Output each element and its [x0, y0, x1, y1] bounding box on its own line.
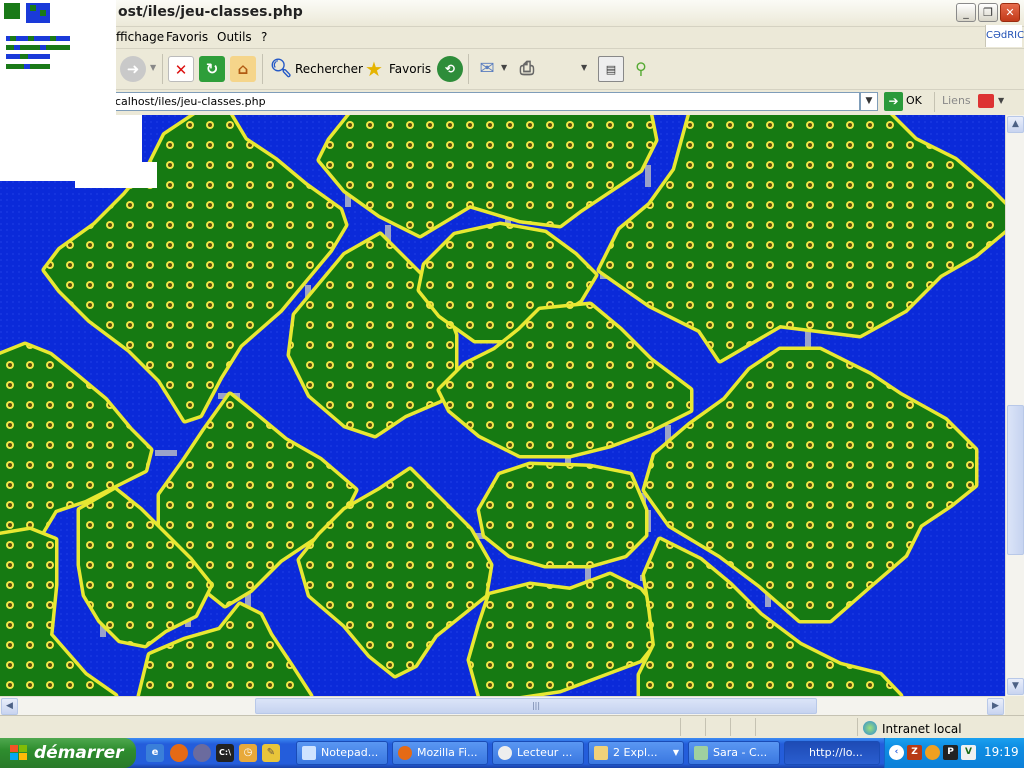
bridge[interactable]: [645, 165, 651, 187]
start-button[interactable]: démarrer: [0, 738, 136, 768]
title-bar[interactable]: ost/iles/jeu-classes.php _ ❐ ✕: [0, 0, 1024, 27]
messenger-icon[interactable]: ▤: [598, 56, 624, 82]
pencil-quicklaunch-icon[interactable]: ✎: [262, 744, 280, 762]
windows-logo-icon: [10, 745, 27, 760]
intranet-globe-icon: [863, 721, 877, 735]
menu-favorites[interactable]: Favoris: [166, 30, 208, 44]
status-bar: Intranet local: [0, 715, 1024, 738]
maximize-button[interactable]: ❐: [978, 3, 998, 22]
task-media-player[interactable]: Lecteur ...: [492, 741, 584, 765]
folder-icon: [594, 746, 608, 760]
address-dropdown-icon[interactable]: ▼: [860, 92, 878, 111]
menu-tools[interactable]: Outils: [217, 30, 252, 44]
stop-icon[interactable]: ✕: [168, 56, 194, 82]
ie-quicklaunch-icon[interactable]: e: [146, 744, 164, 762]
go-button[interactable]: OK: [906, 94, 922, 107]
brand-logo: CƏdRIC: [985, 25, 1024, 47]
taskbar: démarrer e C:\ ◷ ✎ Notepad... Mozilla Fi…: [0, 738, 1024, 768]
horizontal-scrollbar[interactable]: ◀ ||| ▶: [0, 696, 1005, 715]
status-pane: [680, 718, 681, 736]
clock-quicklaunch-icon[interactable]: ◷: [239, 744, 257, 762]
horizontal-scroll-thumb[interactable]: |||: [255, 698, 817, 714]
minimize-button[interactable]: _: [956, 3, 976, 22]
mail-icon[interactable]: ✉: [474, 56, 500, 82]
tray-app-icon[interactable]: [925, 745, 940, 760]
security-zone-label: Intranet local: [882, 722, 962, 736]
menu-view[interactable]: ffichage: [116, 30, 164, 44]
task-ie-active[interactable]: http://lo...: [784, 741, 880, 765]
close-button[interactable]: ✕: [1000, 3, 1020, 22]
edit-dropdown-icon[interactable]: ▼: [581, 63, 587, 72]
print-icon[interactable]: ⎙: [514, 56, 540, 82]
task-explorer[interactable]: 2 Expl... ▼: [588, 741, 684, 765]
search-icon[interactable]: 🔍︎: [268, 56, 294, 82]
forward-dropdown-icon[interactable]: ▼: [150, 63, 156, 72]
links-button[interactable]: Liens: [942, 94, 971, 107]
refresh-icon[interactable]: ↻: [199, 56, 225, 82]
filezilla-tray-icon[interactable]: Z: [907, 745, 922, 760]
notepad-icon: [302, 746, 316, 760]
island[interactable]: [480, 465, 645, 565]
address-separator: [934, 92, 935, 112]
home-icon[interactable]: ⌂: [230, 56, 256, 82]
mail-dropdown-icon[interactable]: ▼: [501, 63, 507, 72]
media-quicklaunch-icon[interactable]: [193, 744, 211, 762]
taskbar-clock: 19:19: [984, 745, 1019, 759]
task-label: 2 Expl...: [613, 746, 658, 759]
status-pane: [857, 718, 858, 736]
task-sara[interactable]: Sara - C...: [688, 741, 780, 765]
menu-help[interactable]: ?: [261, 30, 267, 44]
media-player-icon: [498, 746, 512, 760]
status-pane: [730, 718, 731, 736]
task-label: Mozilla Fi...: [417, 746, 478, 759]
sara-icon: [694, 746, 708, 760]
debug-overlay: [0, 0, 116, 115]
toolbar-separator: [162, 54, 163, 84]
tray-expand-icon[interactable]: ‹: [889, 745, 904, 760]
mini-map: [4, 3, 70, 69]
bridge[interactable]: [155, 450, 177, 456]
tray-app-icon[interactable]: P: [943, 745, 958, 760]
history-icon[interactable]: ⟲: [437, 56, 463, 82]
cmd-quicklaunch-icon[interactable]: C:\: [216, 744, 234, 762]
address-bar: calhost/iles/jeu-classes.php ▼ ➔ OK Lien…: [0, 90, 1024, 114]
go-arrow-icon[interactable]: ➔: [884, 92, 903, 111]
menu-bar: ffichage Favoris Outils ?: [0, 27, 1024, 49]
toolbar: ➜ ▼ ✕ ↻ ⌂ 🔍︎ Rechercher ★ Favoris ⟲ ✉ ▼ …: [0, 49, 1024, 90]
start-button-label: démarrer: [34, 743, 124, 763]
favorites-button-label[interactable]: Favoris: [389, 62, 431, 76]
links-dropdown-icon[interactable]: ▼: [998, 96, 1004, 105]
toolbar-separator: [262, 54, 263, 84]
research-icon[interactable]: ⚲: [628, 56, 654, 82]
task-label: Sara - C...: [713, 746, 768, 759]
favorites-star-icon[interactable]: ★: [361, 56, 387, 82]
group-dropdown-icon: ▼: [672, 748, 679, 757]
firefox-quicklaunch-icon[interactable]: [170, 744, 188, 762]
toolbar-separator: [468, 54, 469, 84]
window-title: ost/iles/jeu-classes.php: [118, 4, 303, 20]
tray-app-icon[interactable]: V: [961, 745, 976, 760]
scroll-right-icon[interactable]: ▶: [987, 698, 1004, 715]
scroll-down-icon[interactable]: ▼: [1007, 678, 1024, 695]
task-label: Notepad...: [321, 746, 379, 759]
firefox-icon: [398, 746, 412, 760]
task-label: http://lo...: [809, 746, 863, 759]
island-map[interactable]: [0, 115, 1005, 696]
task-notepad[interactable]: Notepad...: [296, 741, 388, 765]
search-button-label[interactable]: Rechercher: [295, 62, 363, 76]
vertical-scroll-thumb[interactable]: [1007, 405, 1024, 555]
links-icon[interactable]: [978, 94, 994, 108]
vertical-scrollbar[interactable]: ▲ ▼: [1005, 115, 1024, 696]
status-pane: [755, 718, 756, 736]
task-label: Lecteur ...: [517, 746, 573, 759]
scroll-up-icon[interactable]: ▲: [1007, 116, 1024, 133]
forward-icon[interactable]: ➜: [120, 56, 146, 82]
debug-overlay: [75, 162, 157, 188]
scroll-left-icon[interactable]: ◀: [1, 698, 18, 715]
address-input[interactable]: calhost/iles/jeu-classes.php: [112, 92, 860, 111]
page-content[interactable]: [0, 115, 1005, 696]
status-pane: [705, 718, 706, 736]
task-firefox[interactable]: Mozilla Fi...: [392, 741, 488, 765]
